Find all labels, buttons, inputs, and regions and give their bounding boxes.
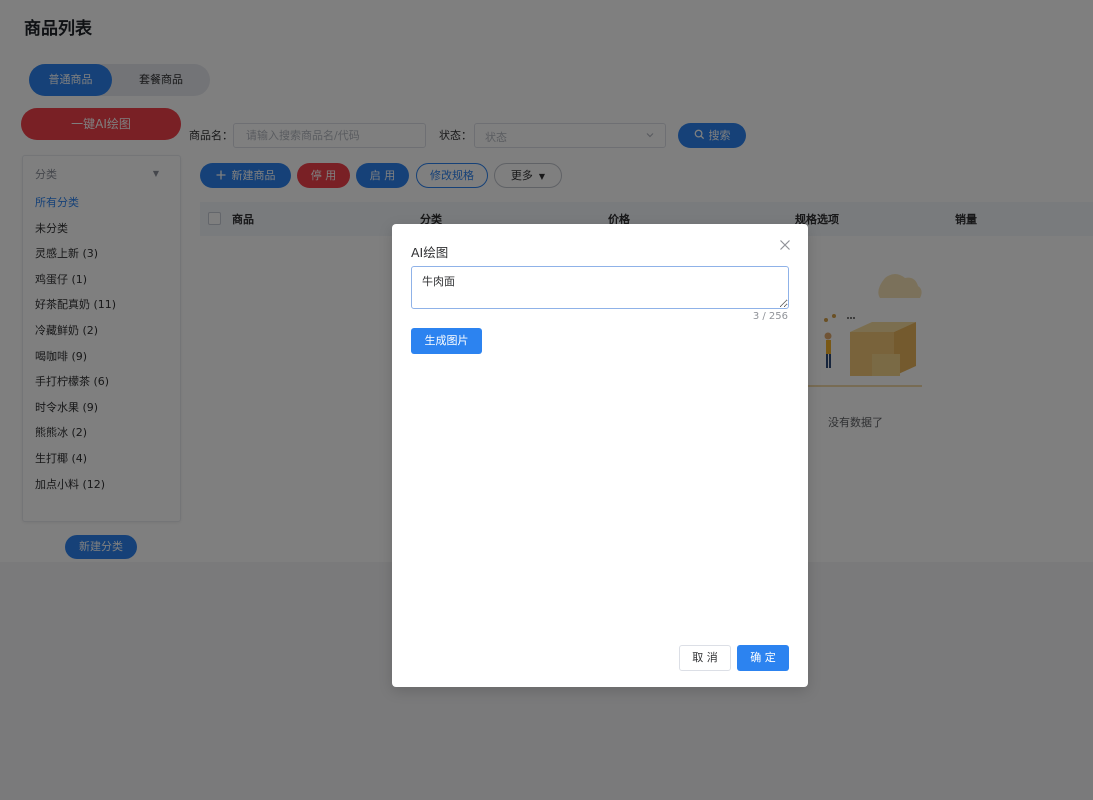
generate-image-button[interactable]: 生成图片 — [411, 328, 482, 354]
close-icon[interactable] — [777, 237, 793, 253]
confirm-button[interactable]: 确 定 — [737, 645, 789, 671]
ai-draw-dialog: AI绘图 牛肉面 3 / 256 生成图片 取 消 确 定 — [392, 224, 808, 687]
prompt-textarea[interactable]: 牛肉面 — [411, 266, 789, 309]
cancel-button[interactable]: 取 消 — [679, 645, 731, 671]
char-count: 3 / 256 — [752, 311, 788, 322]
dialog-title: AI绘图 — [411, 245, 449, 260]
